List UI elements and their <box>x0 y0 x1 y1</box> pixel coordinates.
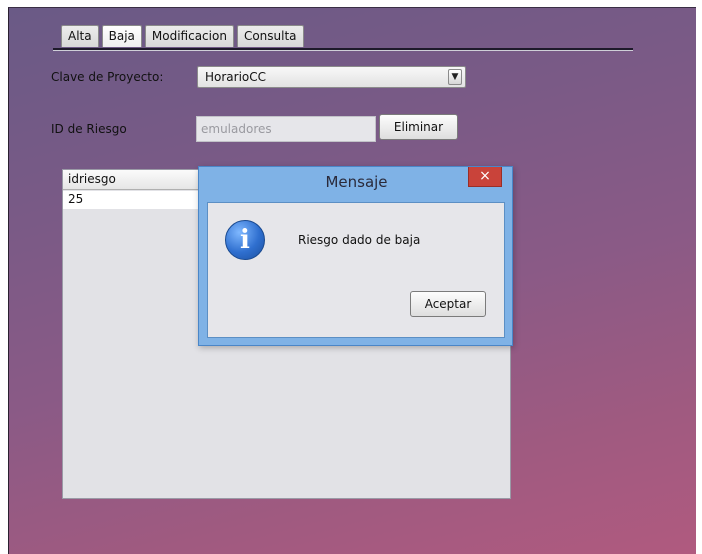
risk-id-label: ID de Riesgo <box>51 122 127 136</box>
tab-strip: Alta Baja Modificacion Consulta <box>61 25 307 47</box>
project-key-label: Clave de Proyecto: <box>51 70 164 84</box>
tab-consulta[interactable]: Consulta <box>236 25 304 47</box>
info-icon: i <box>225 220 265 260</box>
close-icon[interactable]: × <box>468 167 502 187</box>
tab-modificacion[interactable]: Modificacion <box>144 25 234 47</box>
table-cell-idriesgo[interactable]: 25 <box>63 191 213 209</box>
dialog-message: Riesgo dado de baja <box>298 233 421 247</box>
tab-baja[interactable]: Baja <box>101 25 142 47</box>
ok-button[interactable]: Aceptar <box>410 291 486 317</box>
column-header-idriesgo[interactable]: idriesgo <box>63 170 213 190</box>
tab-alta[interactable]: Alta <box>61 25 99 47</box>
delete-button[interactable]: Eliminar <box>379 114 458 140</box>
dialog-title: Mensaje <box>325 173 388 191</box>
dropdown-arrow-icon[interactable]: ▼ <box>448 69 462 85</box>
dialog-body: i Riesgo dado de baja Aceptar <box>207 202 505 338</box>
message-dialog: Mensaje × i Riesgo dado de baja Aceptar <box>198 166 513 346</box>
project-key-select[interactable]: HorarioCC ▼ <box>197 66 466 88</box>
tab-divider <box>53 48 633 51</box>
risk-id-field[interactable]: emuladores <box>196 116 376 142</box>
project-key-selected-value: HorarioCC <box>205 70 267 84</box>
